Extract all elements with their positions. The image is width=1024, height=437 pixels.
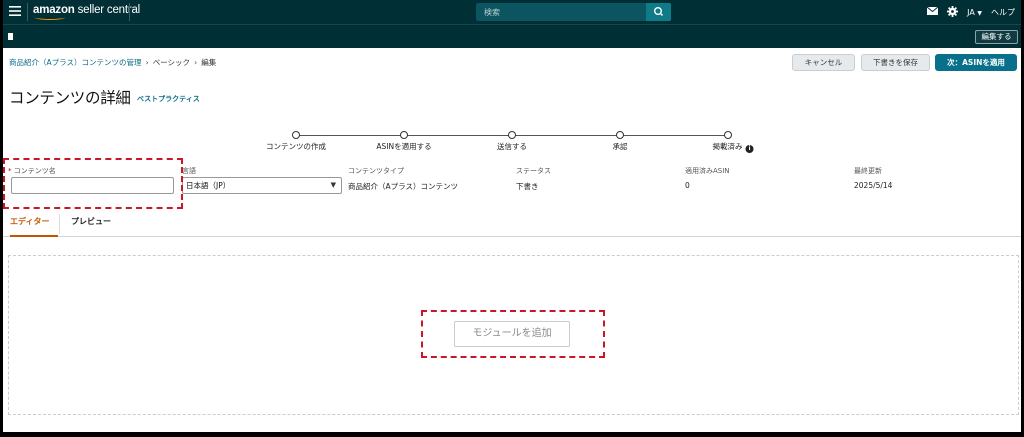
breadcrumb-item-basic[interactable]: ベーシック	[153, 57, 190, 68]
gear-icon[interactable]	[947, 5, 959, 19]
save-draft-button[interactable]: 下書きを保存	[861, 54, 930, 71]
last-updated-label: 最終更新	[854, 167, 882, 175]
step-dot-approve	[616, 131, 624, 139]
search-icon	[653, 6, 664, 17]
bookmark-bar: 編集する	[3, 24, 1021, 48]
annotation-highlight-add-module	[421, 310, 605, 358]
content-type-value: 商品紹介（Aプラス）コンテンツ	[348, 182, 458, 191]
top-nav-bar: amazon seller central JA ▼ ヘルプ	[3, 0, 1021, 24]
step-label-approve: 承認	[612, 142, 628, 151]
step-label-create: コンテンツの作成	[266, 142, 326, 151]
edit-button[interactable]: 編集する	[975, 30, 1018, 44]
applied-asin-value: 0	[685, 181, 690, 190]
logo-product: seller central	[77, 4, 141, 16]
logo-smile-icon	[35, 15, 65, 20]
breadcrumb: 商品紹介（Aプラス）コンテンツの管理 › ベーシック › 編集	[9, 57, 216, 68]
breadcrumb-item-content-manager[interactable]: 商品紹介（Aプラス）コンテンツの管理	[9, 57, 141, 68]
applied-asin-label: 適用済みASIN	[685, 167, 730, 175]
search-input[interactable]	[476, 3, 646, 21]
info-icon[interactable]: i	[745, 145, 754, 153]
search-button[interactable]	[646, 3, 671, 21]
page-title: コンテンツの詳細	[9, 89, 131, 107]
tab-editor[interactable]: エディター	[10, 216, 58, 237]
step-label-submit: 送信する	[497, 142, 527, 151]
tab-bar: エディター プレビュー	[3, 212, 1021, 237]
chevron-down-icon: ▼	[977, 9, 982, 17]
page: amazon seller central JA ▼ ヘルプ	[3, 0, 1021, 432]
step-dot-apply-asin	[400, 131, 408, 139]
step-dot-create	[292, 131, 300, 139]
language-selector[interactable]: JA ▼	[967, 8, 982, 17]
language-code: JA	[967, 7, 975, 17]
status-value: 下書き	[516, 182, 539, 191]
bookmark-icon[interactable]	[8, 33, 13, 40]
last-updated-value: 2025/5/14	[854, 181, 893, 190]
tab-preview[interactable]: プレビュー	[71, 216, 111, 237]
dropdown-arrow-icon: ▼	[330, 181, 336, 189]
step-dot-published	[724, 131, 732, 139]
breadcrumb-item-edit: 編集	[201, 58, 217, 67]
mail-icon[interactable]	[926, 6, 939, 17]
best-practice-link[interactable]: ベストプラクティス	[137, 94, 200, 104]
chevron-right-icon: ›	[145, 58, 149, 67]
chevron-right-icon: ›	[194, 58, 198, 67]
top-right-actions: JA ▼ ヘルプ	[926, 0, 1015, 24]
divider	[27, 3, 28, 21]
language-select-value: 日本語（JP）	[186, 181, 231, 190]
status-label: ステータス	[516, 167, 551, 175]
search-bar	[476, 3, 671, 21]
help-link[interactable]: ヘルプ	[991, 7, 1015, 18]
language-select[interactable]: 日本語（JP） ▼	[182, 177, 342, 194]
divider	[59, 214, 60, 234]
seller-central-logo[interactable]: amazon seller central	[33, 3, 141, 20]
apply-asin-button[interactable]: 次：ASINを適用	[935, 54, 1017, 71]
language-label: 言語	[182, 167, 196, 175]
step-label-published-wrap: 掲載済み i	[713, 141, 754, 153]
step-label-published: 掲載済み	[712, 142, 743, 151]
cancel-button[interactable]: キャンセル	[792, 54, 855, 71]
step-dot-submit	[508, 131, 516, 139]
annotation-highlight-content-name	[3, 158, 183, 209]
divider	[129, 3, 130, 21]
step-label-apply-asin: ASINを適用する	[376, 142, 432, 151]
hamburger-menu-icon[interactable]	[7, 4, 23, 20]
content-type-label: コンテンツタイプ	[348, 167, 404, 175]
